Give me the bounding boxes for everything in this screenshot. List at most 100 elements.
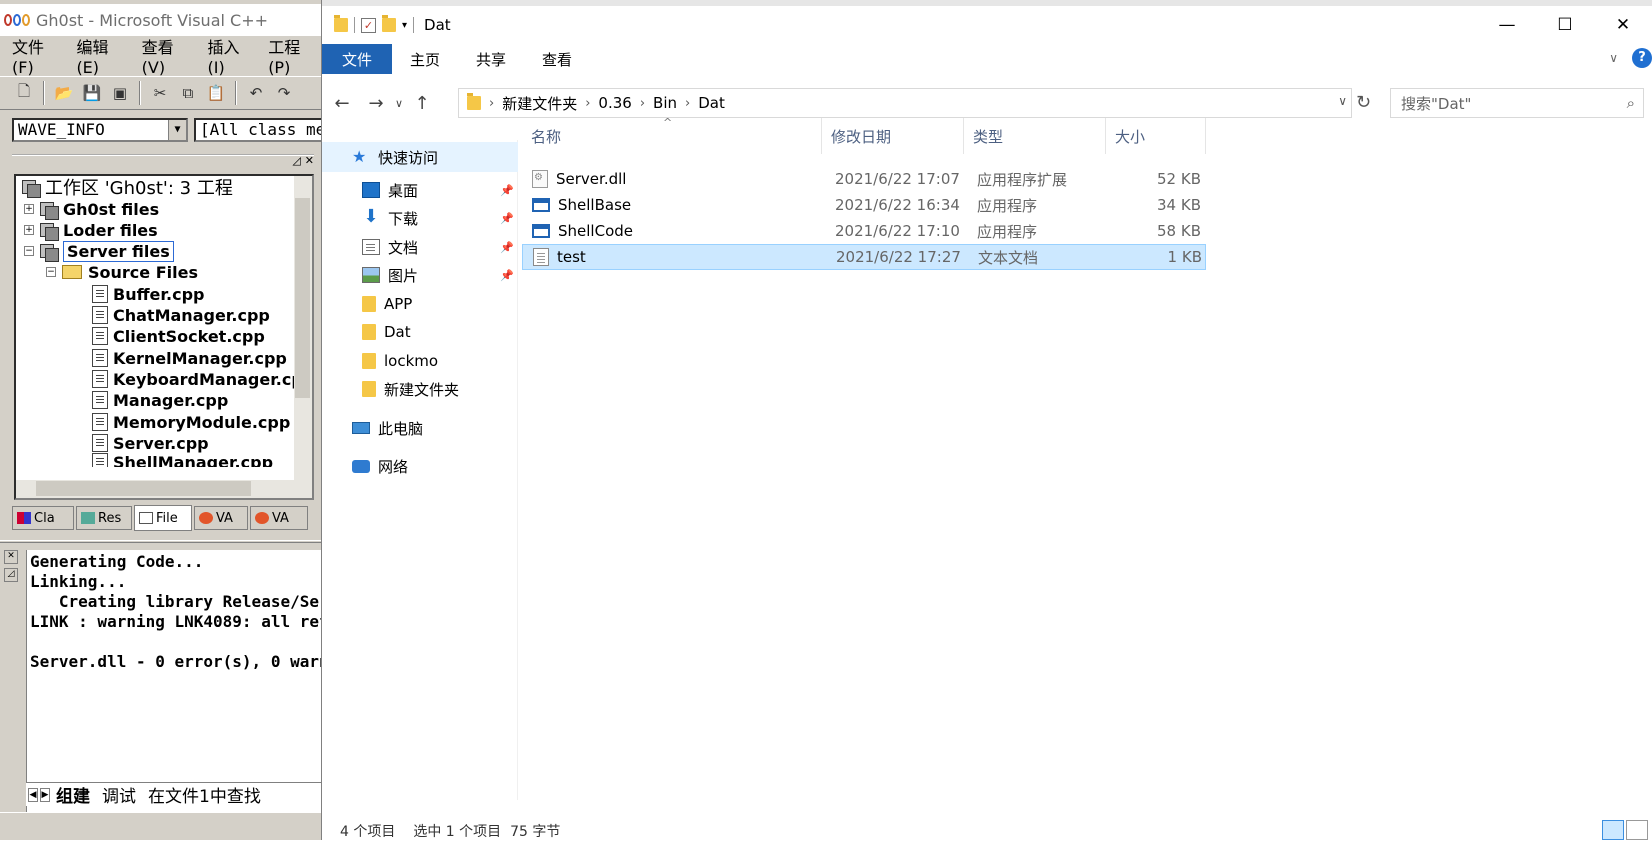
close-icon[interactable]: ✕ [1594, 6, 1652, 44]
tab-view[interactable]: 查看 [524, 44, 590, 74]
tree-folder[interactable]: − Source Files [46, 261, 198, 283]
tree-file[interactable]: Server.cpp [92, 432, 209, 454]
undo-icon[interactable]: ↶ [244, 81, 268, 105]
tree-file[interactable]: KernelManager.cpp [92, 347, 287, 369]
tree-project-active[interactable]: − Server files [24, 240, 174, 262]
explorer-title-bar[interactable]: ✓ ▾ Dat — ☐ ✕ [322, 6, 1652, 44]
menu-project[interactable]: 工程(P) [256, 34, 321, 77]
tab-resourceview[interactable]: Res [76, 506, 132, 530]
close-icon[interactable]: ✕ [305, 154, 314, 167]
scroll-thumb[interactable] [36, 481, 251, 496]
column-type[interactable]: 类型 [964, 118, 1106, 154]
redo-icon[interactable]: ↷ [272, 81, 296, 105]
dock-icon[interactable]: ◿ [292, 154, 300, 167]
cut-icon[interactable]: ✂ [148, 81, 172, 105]
tab-last-icon[interactable]: ▶ [40, 787, 50, 802]
copy-icon[interactable]: ⧉ [176, 81, 200, 105]
details-view-icon[interactable] [1602, 820, 1624, 840]
tree-project[interactable]: + Loder files [24, 219, 158, 241]
address-bar[interactable]: › 新建文件夹 › 0.36 › Bin › Dat ∨ [458, 88, 1352, 118]
menu-edit[interactable]: 编辑(E) [64, 34, 129, 77]
new-folder-icon[interactable] [382, 15, 396, 32]
search-input[interactable]: 搜索"Dat" ⌕ [1390, 88, 1644, 118]
tab-va[interactable]: VA [194, 506, 248, 530]
nav-pictures[interactable]: 图片 📌 [362, 261, 514, 289]
nav-documents[interactable]: 文档 📌 [362, 233, 514, 261]
expand-icon[interactable]: + [24, 204, 34, 214]
tree-file[interactable]: Buffer.cpp [92, 283, 204, 305]
tree-file[interactable]: MemoryModule.cpp [92, 411, 290, 433]
breadcrumb-item[interactable]: 新建文件夹 [494, 93, 585, 114]
tab-first-icon[interactable]: ◀ [28, 787, 38, 802]
dock-icon[interactable]: ◿ [4, 568, 18, 582]
nav-this-pc[interactable]: 此电脑 [352, 414, 423, 442]
scroll-thumb[interactable] [295, 198, 310, 398]
open-folder-icon[interactable]: 📂 [52, 81, 76, 105]
maximize-icon[interactable]: ☐ [1536, 6, 1594, 44]
nav-folder[interactable]: lockmo [362, 347, 438, 375]
forward-icon[interactable]: → [362, 89, 390, 117]
tab-build[interactable]: 组建 [50, 782, 96, 807]
tab-classview[interactable]: Cla [12, 506, 74, 530]
save-icon[interactable]: 💾 [80, 81, 104, 105]
tree-horizontal-scrollbar[interactable] [16, 480, 298, 498]
tree-file[interactable]: ChatManager.cpp [92, 304, 270, 326]
nav-downloads[interactable]: ⬇ 下载 📌 [362, 204, 514, 232]
recent-locations-icon[interactable]: ∨ [390, 89, 408, 117]
refresh-icon[interactable]: ↻ [1356, 92, 1371, 113]
nav-folder[interactable]: 新建文件夹 [362, 375, 459, 403]
file-row[interactable]: ShellBase 2021/6/22 16:34 应用程序 34 KB [522, 192, 1206, 218]
tree-file[interactable]: ClientSocket.cpp [92, 325, 265, 347]
breadcrumb-item[interactable]: 0.36 [590, 94, 639, 112]
column-date[interactable]: 修改日期 [822, 118, 964, 154]
nav-network[interactable]: 网络 [352, 452, 408, 480]
menu-view[interactable]: 查看(V) [130, 34, 196, 77]
column-name[interactable]: 名称 [522, 118, 822, 154]
pin-icon[interactable]: 📌 [500, 212, 514, 225]
member-combo[interactable]: [All class members] [194, 118, 321, 142]
tab-share[interactable]: 共享 [458, 44, 524, 74]
column-size[interactable]: 大小 [1106, 118, 1206, 154]
vc-title-bar[interactable]: Gh0st - Microsoft Visual C++ [0, 4, 321, 36]
nav-folder[interactable]: APP [362, 290, 412, 318]
up-icon[interactable]: ↑ [408, 89, 436, 117]
properties-check-icon[interactable]: ✓ [361, 17, 376, 33]
menu-file[interactable]: 文件(F) [0, 34, 64, 77]
nav-quick-access[interactable]: ★ 快速访问 [322, 142, 518, 172]
pin-icon[interactable]: 📌 [500, 184, 514, 197]
large-icons-view-icon[interactable] [1626, 820, 1648, 840]
tree-vertical-scrollbar[interactable] [294, 176, 312, 498]
tree-file[interactable]: KeyboardManager.cpp [92, 368, 312, 390]
splitter[interactable] [0, 540, 321, 543]
close-icon[interactable]: ✕ [4, 550, 18, 564]
workspace-root[interactable]: 工作区 'Gh0st': 3 工程 [22, 176, 233, 199]
tab-home[interactable]: 主页 [392, 44, 458, 74]
tab-find-in-files[interactable]: 在文件1中查找 [142, 782, 267, 807]
collapse-icon[interactable]: − [46, 267, 56, 277]
breadcrumb-item[interactable]: Dat [690, 94, 733, 112]
file-row[interactable]: Server.dll 2021/6/22 17:07 应用程序扩展 52 KB [522, 166, 1206, 192]
expand-ribbon-icon[interactable]: ∨ [1609, 51, 1618, 65]
chevron-down-icon[interactable]: ∨ [1338, 94, 1347, 108]
new-file-icon[interactable]: 🗋 [12, 81, 36, 105]
tab-va[interactable]: VA [250, 506, 308, 530]
menu-insert[interactable]: 插入(I) [196, 34, 257, 77]
class-combo[interactable]: WAVE_INFO ▼ [12, 118, 188, 142]
chevron-down-icon[interactable]: ▼ [168, 120, 186, 140]
back-icon[interactable]: ← [328, 89, 356, 117]
collapse-icon[interactable]: − [24, 246, 34, 256]
nav-folder[interactable]: Dat [362, 318, 411, 346]
pin-icon[interactable]: 📌 [500, 241, 514, 254]
help-icon[interactable]: ? [1632, 48, 1652, 68]
search-icon[interactable]: ⌕ [1627, 94, 1635, 112]
minimize-icon[interactable]: — [1478, 6, 1536, 44]
tree-file[interactable]: ShellManager.cpp [92, 453, 273, 467]
nav-desktop[interactable]: 桌面 📌 [362, 176, 514, 204]
tab-debug[interactable]: 调试 [96, 782, 142, 807]
breadcrumb-item[interactable]: Bin [645, 94, 685, 112]
chevron-down-icon[interactable]: ▾ [402, 20, 407, 31]
tree-project[interactable]: + Gh0st files [24, 198, 159, 220]
tab-file[interactable]: 文件 [322, 44, 392, 74]
tab-fileview[interactable]: File [134, 505, 192, 531]
expand-icon[interactable]: + [24, 225, 34, 235]
